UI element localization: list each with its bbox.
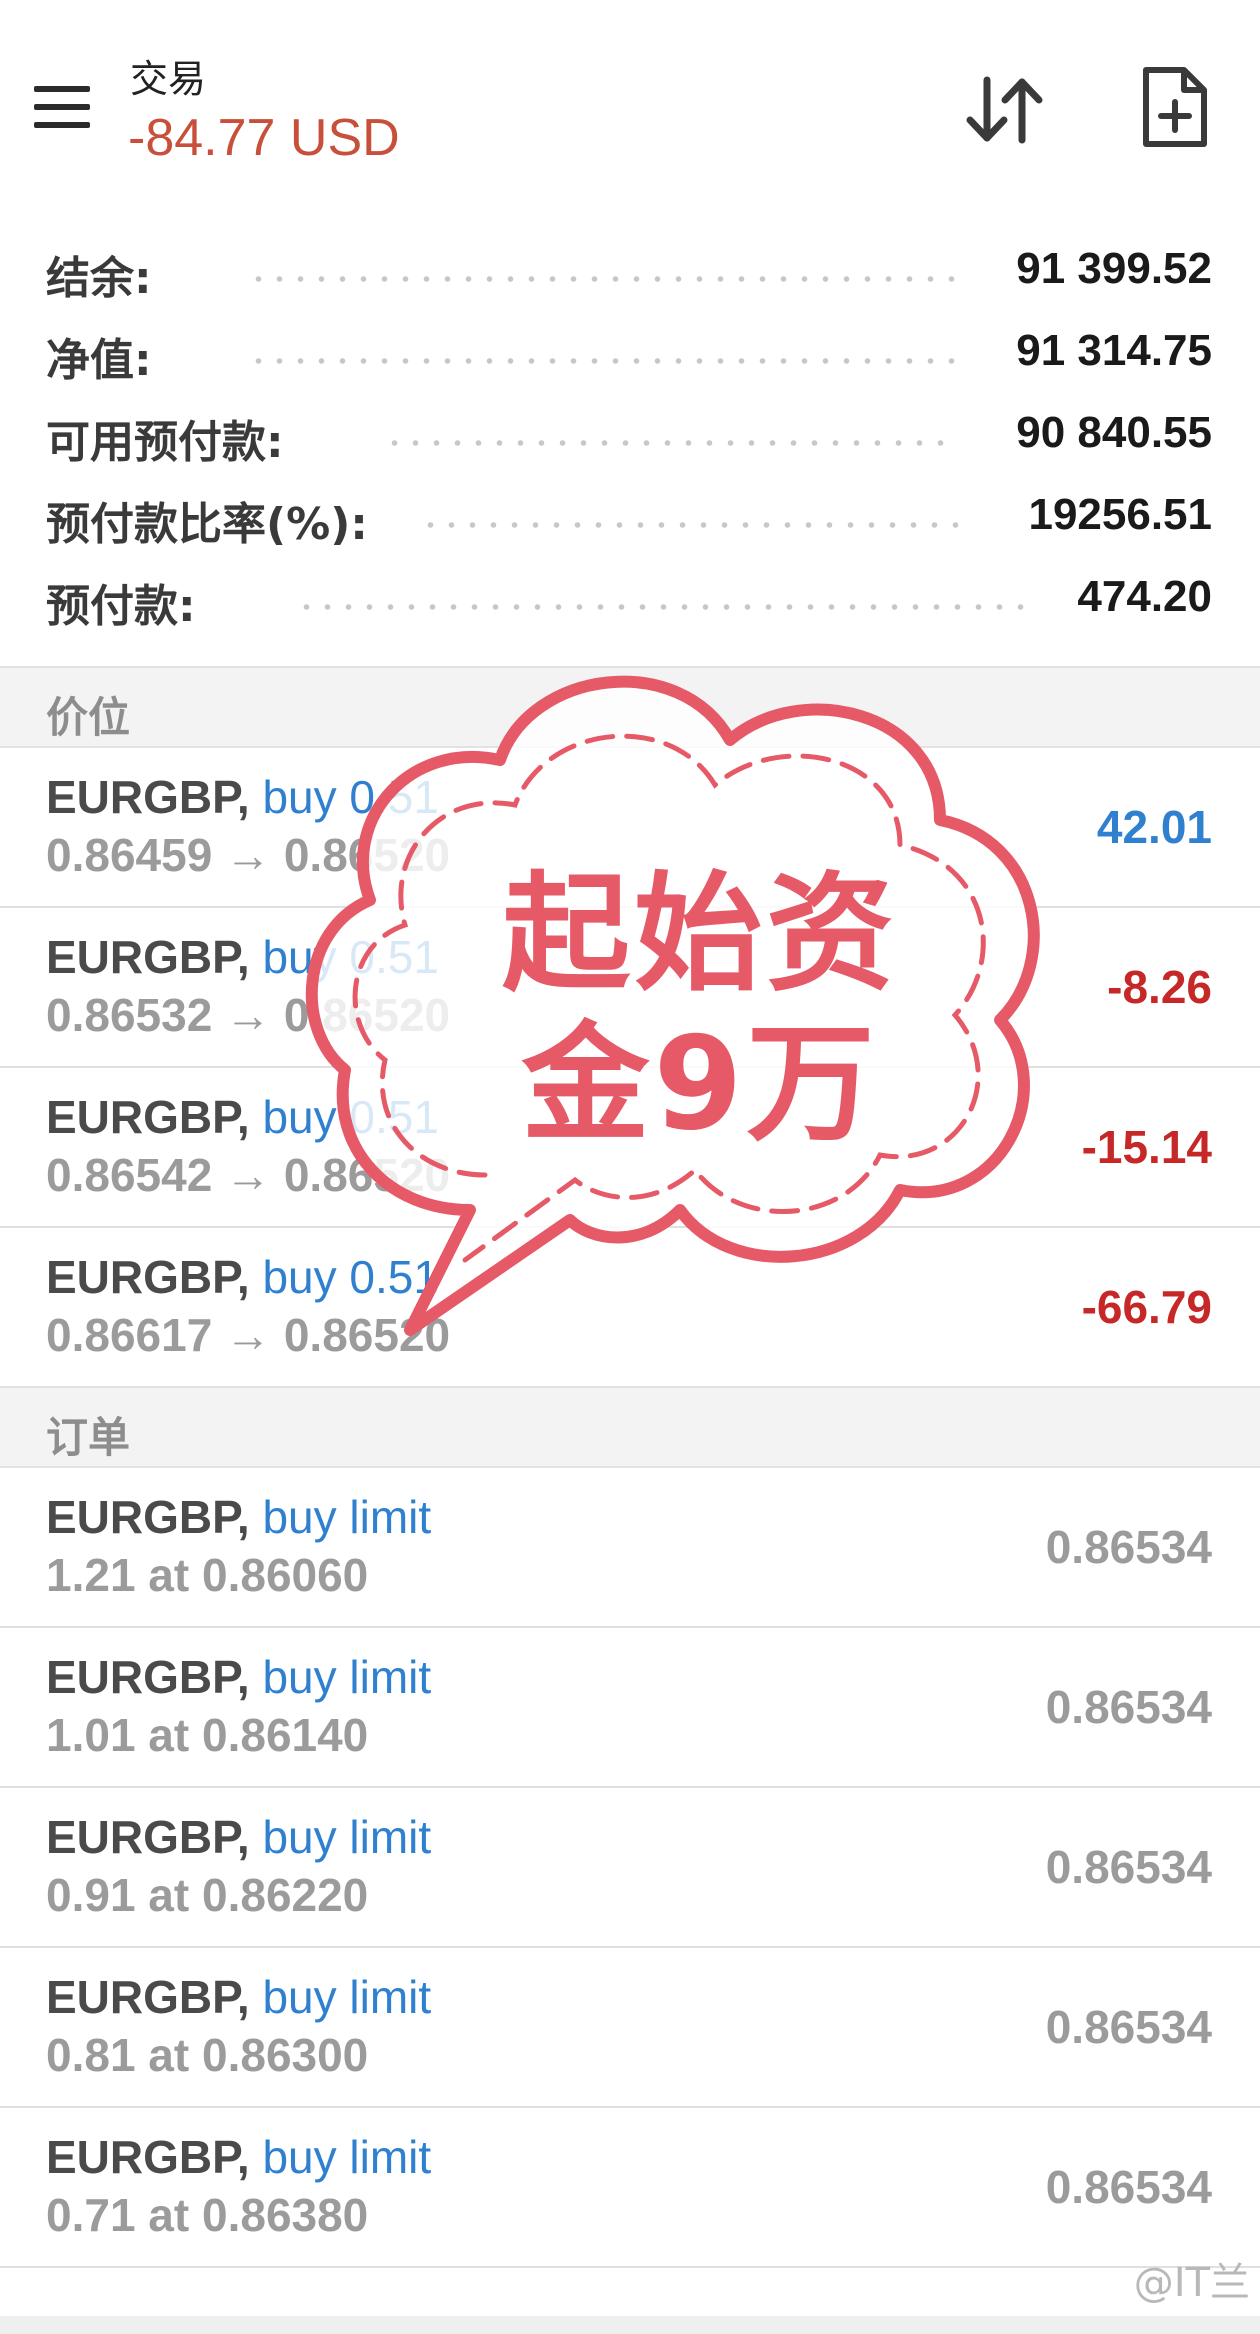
position-row[interactable]: EURGBP, buy 0.51 0.86459 → 0.86520 42.01 <box>0 748 1260 908</box>
summary-row-equity: 净值: 91 314.75 <box>0 314 1260 396</box>
position-row[interactable]: EURGBP, buy 0.51 0.86532 → 0.86520 -8.26 <box>0 908 1260 1068</box>
order-price: 0.86534 <box>1045 1681 1212 1733</box>
order-row[interactable]: EURGBP, buy limit 0.91 at 0.86220 0.8653… <box>0 1788 1260 1948</box>
position-prices: 0.86542 → 0.86520 <box>46 1149 451 1201</box>
position-symbol: EURGBP, <box>46 1091 250 1143</box>
order-type: buy limit <box>262 1491 432 1543</box>
order-type: buy limit <box>262 1811 432 1863</box>
summary-value: 90 840.55 <box>1016 408 1212 457</box>
orders-section-header: 订单 <box>0 1386 1260 1468</box>
order-detail: 1.21 at 0.86060 <box>46 1549 369 1601</box>
position-profit: 42.01 <box>1096 801 1212 853</box>
summary-row-margin-level: 预付款比率(%): 19256.51 <box>0 478 1260 560</box>
summary-value: 19256.51 <box>1028 490 1212 539</box>
order-symbol: EURGBP, <box>46 1971 250 2023</box>
app-header: 交易 -84.77 USD <box>0 0 1260 190</box>
position-symbol: EURGBP, <box>46 931 250 983</box>
dot-leader <box>296 604 1032 610</box>
summary-label: 预付款: <box>46 581 196 632</box>
position-profit: -66.79 <box>1081 1281 1212 1333</box>
summary-label: 净值: <box>46 335 152 386</box>
summary-value: 91 399.52 <box>1016 244 1212 293</box>
dot-leader <box>420 522 974 528</box>
summary-value: 91 314.75 <box>1016 326 1212 375</box>
position-type: buy 0.51 <box>262 931 439 983</box>
order-type: buy limit <box>262 2131 432 2183</box>
position-profit: -8.26 <box>1107 961 1212 1013</box>
summary-row-margin: 预付款: 474.20 <box>0 560 1260 642</box>
section-title: 订单 <box>46 1413 131 1462</box>
summary-label: 结余: <box>46 253 152 304</box>
position-prices: 0.86459 → 0.86520 <box>46 829 451 881</box>
summary-row-balance: 结余: 91 399.52 <box>0 232 1260 314</box>
position-type: buy 0.51 <box>262 1251 439 1303</box>
position-prices: 0.86532 → 0.86520 <box>46 989 451 1041</box>
order-row[interactable]: EURGBP, buy limit 0.71 at 0.86380 0.8653… <box>0 2108 1260 2268</box>
section-title: 价位 <box>46 693 131 742</box>
new-document-plus-icon[interactable] <box>1138 66 1210 150</box>
position-symbol: EURGBP, <box>46 771 250 823</box>
dot-leader <box>384 440 958 446</box>
total-profit: -84.77 USD <box>128 109 400 167</box>
positions-section-header: 价位 <box>0 666 1260 748</box>
order-row[interactable]: EURGBP, buy limit 0.81 at 0.86300 0.8653… <box>0 1948 1260 2108</box>
summary-label: 预付款比率(%): <box>46 499 368 550</box>
order-row[interactable]: EURGBP, buy limit 1.21 at 0.86060 0.8653… <box>0 1468 1260 1628</box>
position-row[interactable]: EURGBP, buy 0.51 0.86542 → 0.86520 -15.1… <box>0 1068 1260 1228</box>
summary-row-free-margin: 可用预付款: 90 840.55 <box>0 396 1260 478</box>
position-row[interactable]: EURGBP, buy 0.51 0.86617 → 0.86520 -66.7… <box>0 1228 1260 1388</box>
order-detail: 0.91 at 0.86220 <box>46 1869 369 1921</box>
position-type: buy 0.51 <box>262 1091 439 1143</box>
order-symbol: EURGBP, <box>46 2131 250 2183</box>
summary-label: 可用预付款: <box>46 417 284 468</box>
dot-leader <box>248 358 958 364</box>
sort-arrows-icon[interactable] <box>962 70 1048 150</box>
position-profit: -15.14 <box>1081 1121 1212 1173</box>
summary-value: 474.20 <box>1077 572 1212 621</box>
order-detail: 0.71 at 0.86380 <box>46 2189 369 2241</box>
order-symbol: EURGBP, <box>46 1811 250 1863</box>
bottom-edge <box>0 2316 1260 2334</box>
position-type: buy 0.51 <box>262 771 439 823</box>
dot-leader <box>248 276 958 282</box>
author-watermark: @IT兰 <box>1133 2260 1250 2306</box>
order-price: 0.86534 <box>1045 1521 1212 1573</box>
order-row[interactable]: EURGBP, buy limit 1.01 at 0.86140 0.8653… <box>0 1628 1260 1788</box>
order-price: 0.86534 <box>1045 1841 1212 1893</box>
order-symbol: EURGBP, <box>46 1491 250 1543</box>
order-type: buy limit <box>262 1651 432 1703</box>
order-symbol: EURGBP, <box>46 1651 250 1703</box>
position-symbol: EURGBP, <box>46 1251 250 1303</box>
order-detail: 1.01 at 0.86140 <box>46 1709 369 1761</box>
position-prices: 0.86617 → 0.86520 <box>46 1309 451 1361</box>
order-type: buy limit <box>262 1971 432 2023</box>
order-detail: 0.81 at 0.86300 <box>46 2029 369 2081</box>
order-price: 0.86534 <box>1045 2001 1212 2053</box>
order-price: 0.86534 <box>1045 2161 1212 2213</box>
page-title: 交易 <box>130 57 207 101</box>
hamburger-menu-icon[interactable] <box>30 82 94 134</box>
